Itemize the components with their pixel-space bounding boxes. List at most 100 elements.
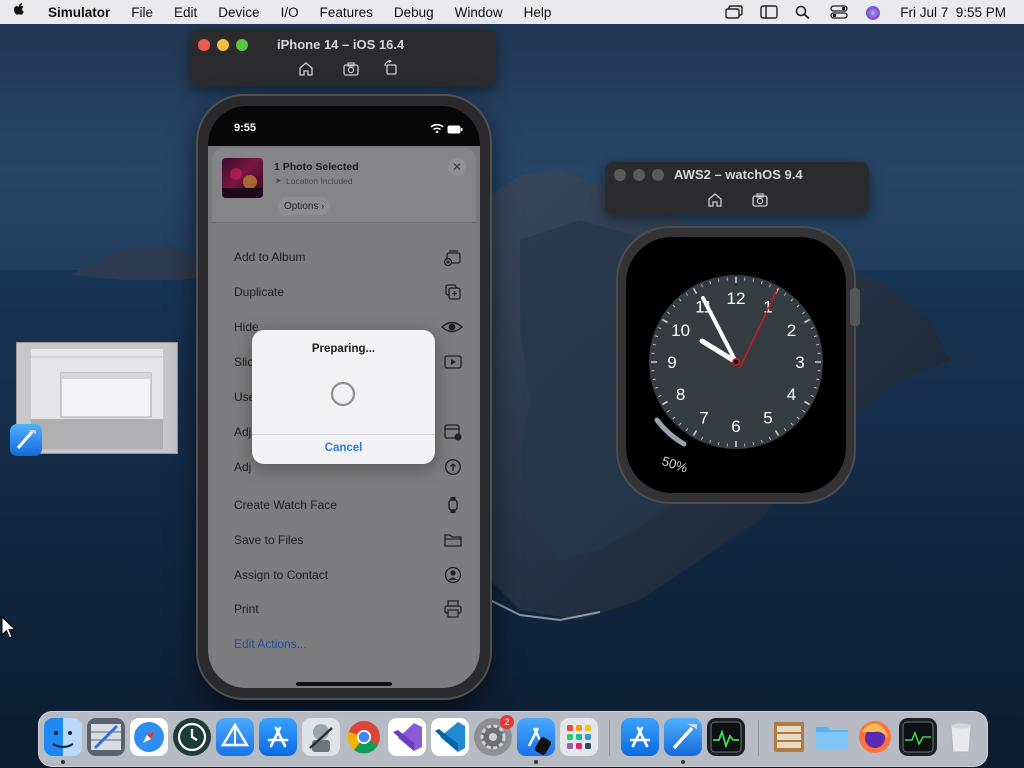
menu-app-name[interactable]: Simulator bbox=[48, 5, 110, 20]
menu-edit[interactable]: Edit bbox=[174, 5, 197, 20]
action-add-to-album[interactable]: Add to Album bbox=[212, 240, 476, 274]
menu-help[interactable]: Help bbox=[524, 5, 552, 20]
minimize-button[interactable] bbox=[633, 169, 645, 181]
cancel-button[interactable]: Cancel bbox=[252, 442, 435, 454]
dial-number: 5 bbox=[763, 408, 772, 427]
app-store-icon[interactable] bbox=[621, 718, 659, 756]
spotlight-search-icon[interactable] bbox=[795, 5, 813, 20]
dial-tick bbox=[816, 343, 820, 346]
contact-icon bbox=[444, 566, 462, 584]
printer-icon bbox=[444, 600, 462, 618]
play-icon bbox=[444, 353, 462, 371]
screenshot-icon[interactable] bbox=[342, 61, 360, 77]
watch-face[interactable]: 12 1234567891011 50% bbox=[626, 237, 846, 493]
trash-icon[interactable] bbox=[942, 718, 980, 756]
apple-logo-icon[interactable] bbox=[12, 2, 32, 22]
zoom-button[interactable] bbox=[236, 39, 248, 51]
safari-icon[interactable] bbox=[130, 718, 168, 756]
xcode-icon[interactable] bbox=[664, 718, 702, 756]
dial-tick bbox=[652, 343, 656, 346]
display-mirror-icon[interactable] bbox=[725, 5, 743, 19]
firefox-icon[interactable] bbox=[856, 718, 894, 756]
rotate-icon[interactable] bbox=[382, 59, 400, 76]
chrome-icon[interactable] bbox=[345, 718, 383, 756]
dial-number: 10 bbox=[671, 321, 690, 340]
battery-icon bbox=[447, 121, 463, 139]
home-icon[interactable] bbox=[297, 61, 315, 77]
menu-debug[interactable]: Debug bbox=[394, 5, 434, 20]
hands-center bbox=[732, 358, 740, 366]
action-label: Duplicate bbox=[234, 285, 285, 299]
apple-watch-device: 12 1 2 3 4 5 6 7 8 9 10 11 50% bbox=[618, 228, 854, 502]
watch-screen: 12 1 2 3 4 5 6 7 8 9 10 11 50% bbox=[626, 237, 846, 493]
eye-icon bbox=[440, 318, 464, 336]
running-indicator bbox=[534, 760, 538, 764]
update-badge: 2 bbox=[500, 715, 514, 729]
time-machine-icon[interactable] bbox=[173, 718, 211, 756]
dial-number: 9 bbox=[667, 353, 676, 372]
dial-tick bbox=[752, 442, 755, 446]
visual-studio-icon[interactable] bbox=[388, 718, 426, 756]
console-icon[interactable] bbox=[899, 718, 937, 756]
menu-file[interactable]: File bbox=[131, 5, 153, 20]
menu-features[interactable]: Features bbox=[320, 5, 373, 20]
status-bar: 9:55 bbox=[208, 106, 480, 146]
close-button[interactable] bbox=[198, 39, 210, 51]
action-duplicate[interactable]: Duplicate bbox=[212, 275, 476, 309]
dial-number: 3 bbox=[795, 353, 804, 372]
wifi-icon bbox=[430, 120, 444, 138]
action-label: Create Watch Face bbox=[234, 498, 337, 512]
menu-datetime[interactable]: Fri Jul 7 9:55 PM bbox=[900, 5, 1006, 20]
sidebar-list-icon[interactable] bbox=[760, 5, 778, 19]
archive-icon[interactable] bbox=[770, 718, 808, 756]
dial-number: 7 bbox=[699, 408, 708, 427]
finder-icon[interactable] bbox=[44, 718, 82, 756]
iphone-window-titlebar[interactable]: iPhone 14 – iOS 16.4 bbox=[190, 30, 496, 86]
automator-icon[interactable] bbox=[302, 718, 340, 756]
action-label: Add to Album bbox=[234, 250, 306, 264]
activity-monitor-icon[interactable] bbox=[707, 718, 745, 756]
options-button[interactable]: Options › bbox=[278, 197, 331, 215]
action-print[interactable]: Print bbox=[212, 592, 476, 626]
action-label: Adj bbox=[234, 425, 252, 439]
mouse-cursor-icon bbox=[1, 615, 17, 645]
action-create-watch-face[interactable]: Create Watch Face bbox=[212, 488, 476, 522]
action-label: Hide bbox=[234, 320, 259, 334]
menu-window[interactable]: Window bbox=[455, 5, 503, 20]
calendar-icon bbox=[444, 423, 462, 441]
simulator-icon[interactable] bbox=[517, 718, 555, 756]
chevron-right-icon: › bbox=[321, 201, 325, 211]
running-indicator bbox=[61, 760, 65, 764]
screenshot-icon[interactable] bbox=[751, 192, 769, 208]
dial-number: 6 bbox=[731, 417, 740, 436]
action-assign-to-contact[interactable]: Assign to Contact bbox=[212, 558, 476, 592]
testflight-icon[interactable] bbox=[216, 718, 254, 756]
minimize-button[interactable] bbox=[217, 39, 229, 51]
folder-icon bbox=[444, 531, 462, 549]
edit-actions-link[interactable]: Edit Actions... bbox=[212, 627, 476, 661]
menu-io[interactable]: I/O bbox=[281, 5, 299, 20]
battery-percent: 50% bbox=[660, 453, 690, 475]
vscode-icon[interactable] bbox=[431, 718, 469, 756]
home-icon[interactable] bbox=[706, 192, 724, 208]
close-icon[interactable]: ✕ bbox=[448, 158, 466, 176]
folder-icon[interactable] bbox=[813, 718, 851, 756]
dock-separator bbox=[758, 720, 759, 756]
action-save-to-files[interactable]: Save to Files bbox=[212, 523, 476, 557]
control-center-icon[interactable] bbox=[830, 5, 848, 19]
xcode-thumbnail-icon[interactable] bbox=[10, 424, 42, 456]
launchpad-icon[interactable] bbox=[560, 718, 598, 756]
app-store-connect-icon[interactable] bbox=[259, 718, 297, 756]
digital-crown[interactable] bbox=[850, 288, 860, 326]
dial-number: 1 bbox=[763, 298, 772, 317]
zoom-button[interactable] bbox=[652, 169, 664, 181]
action-label: Slic bbox=[234, 355, 254, 369]
instruments-icon[interactable] bbox=[87, 718, 125, 756]
edit-actions-label: Edit Actions... bbox=[234, 637, 307, 651]
home-indicator[interactable] bbox=[296, 682, 392, 686]
menu-device[interactable]: Device bbox=[218, 5, 259, 20]
siri-icon[interactable] bbox=[865, 5, 883, 20]
dial-tick bbox=[717, 278, 720, 282]
watch-window-titlebar[interactable]: AWS2 – watchOS 9.4 bbox=[605, 162, 869, 214]
close-button[interactable] bbox=[614, 169, 626, 181]
